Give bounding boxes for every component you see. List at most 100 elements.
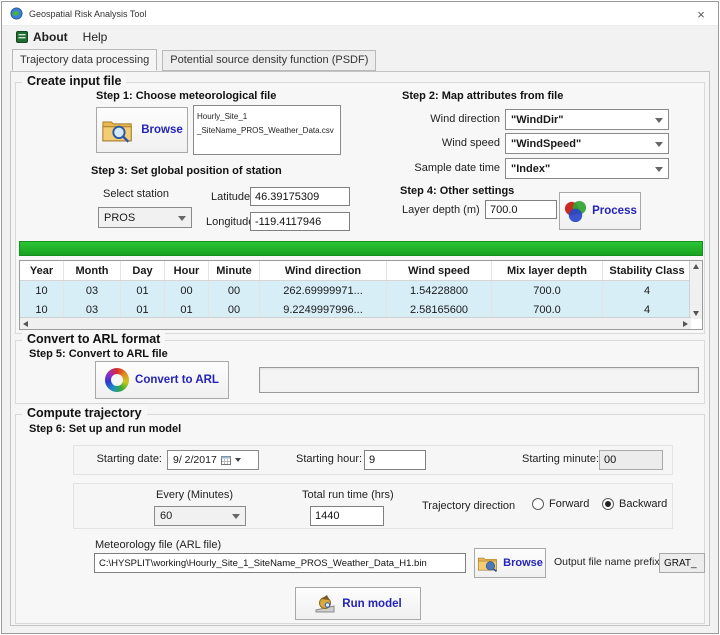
wind-direction-select[interactable]: "WindDir" bbox=[505, 109, 669, 130]
starting-date-label: Starting date: bbox=[92, 453, 162, 465]
table-cell: 4 bbox=[603, 281, 691, 300]
browse-arl-button-label: Browse bbox=[503, 557, 543, 569]
chevron-down-icon bbox=[655, 118, 663, 123]
sample-datetime-label: Sample date time bbox=[400, 162, 500, 174]
wind-speed-select[interactable]: "WindSpeed" bbox=[505, 133, 669, 154]
table-cell: 00 bbox=[209, 281, 260, 300]
starting-minute-input[interactable] bbox=[599, 450, 663, 470]
scroll-up-icon[interactable] bbox=[693, 264, 699, 269]
sample-datetime-select[interactable]: "Index" bbox=[505, 158, 669, 179]
close-button[interactable]: × bbox=[684, 2, 718, 26]
weather-data-table: Year Month Day Hour Minute Wind directio… bbox=[19, 260, 703, 330]
menu-about[interactable]: About bbox=[12, 28, 77, 47]
compute-trajectory-group: Compute trajectory Step 6: Set up and ru… bbox=[15, 414, 705, 624]
radio-unchecked-icon bbox=[532, 498, 544, 510]
output-prefix-input[interactable] bbox=[659, 553, 705, 573]
horizontal-scrollbar[interactable] bbox=[20, 317, 691, 329]
col-header-wind-speed[interactable]: Wind speed bbox=[387, 261, 492, 280]
run-model-button-label: Run model bbox=[342, 598, 401, 610]
sample-datetime-value: "Index" bbox=[511, 163, 550, 175]
step2-title: Step 2: Map attributes from file bbox=[402, 90, 563, 102]
every-minutes-value: 60 bbox=[160, 510, 172, 522]
radio-checked-icon bbox=[602, 498, 614, 510]
calendar-icon bbox=[221, 455, 231, 465]
process-progress-bar bbox=[19, 241, 703, 256]
run-model-button[interactable]: Run model bbox=[295, 587, 421, 620]
starting-date-picker[interactable]: 9/ 2/2017 bbox=[167, 450, 259, 470]
select-station-label: Select station bbox=[103, 188, 169, 200]
starting-date-value: 9/ 2/2017 bbox=[173, 454, 217, 466]
col-header-hour[interactable]: Hour bbox=[165, 261, 209, 280]
process-button-label: Process bbox=[592, 205, 637, 217]
met-file-display: Hourly_Site_1 _SiteName_PROS_Weather_Dat… bbox=[193, 105, 341, 155]
met-arl-file-input[interactable] bbox=[94, 553, 466, 573]
chevron-down-icon bbox=[178, 216, 186, 221]
table-cell: 01 bbox=[121, 281, 165, 300]
start-datetime-row: Starting date: 9/ 2/2017 Starting hour: … bbox=[73, 445, 673, 475]
window-title: Geospatial Risk Analysis Tool bbox=[29, 9, 146, 19]
latitude-input[interactable] bbox=[250, 187, 350, 206]
rgb-circles-icon bbox=[563, 200, 588, 223]
col-header-minute[interactable]: Minute bbox=[209, 261, 260, 280]
col-header-year[interactable]: Year bbox=[20, 261, 64, 280]
table-row[interactable]: 10 03 01 00 00 262.69999971... 1.5422880… bbox=[20, 281, 691, 300]
col-header-wind-direction[interactable]: Wind direction bbox=[260, 261, 387, 280]
longitude-input[interactable] bbox=[250, 212, 350, 231]
chevron-down-icon bbox=[655, 142, 663, 147]
run-model-icon bbox=[314, 594, 336, 614]
folder-magnifier-icon bbox=[101, 117, 135, 144]
step4-title: Step 4: Other settings bbox=[400, 185, 514, 197]
col-header-stability-class[interactable]: Stability Class bbox=[603, 261, 691, 280]
step6-title: Step 6: Set up and run model bbox=[29, 423, 181, 435]
process-button[interactable]: Process bbox=[559, 192, 641, 230]
col-header-day[interactable]: Day bbox=[121, 261, 165, 280]
chevron-down-icon bbox=[232, 514, 240, 519]
step5-title: Step 5: Convert to ARL file bbox=[29, 348, 168, 360]
layer-depth-label: Layer depth (m) bbox=[402, 204, 480, 216]
total-run-time-input[interactable] bbox=[310, 506, 384, 526]
total-run-time-label: Total run time (hrs) bbox=[302, 489, 394, 501]
wind-direction-value: "WindDir" bbox=[511, 114, 564, 126]
about-menu-icon bbox=[16, 31, 28, 43]
convert-progress-bar bbox=[259, 367, 699, 393]
col-header-mix-layer-depth[interactable]: Mix layer depth bbox=[492, 261, 603, 280]
chevron-down-icon bbox=[235, 458, 241, 462]
scroll-right-icon[interactable] bbox=[683, 321, 688, 327]
output-prefix-label: Output file name prefix bbox=[554, 556, 660, 568]
trajectory-direction-label: Trajectory direction bbox=[422, 500, 515, 512]
browse-met-file-button[interactable]: Browse bbox=[96, 107, 188, 153]
every-minutes-label: Every (Minutes) bbox=[156, 489, 233, 501]
app-window: Geospatial Risk Analysis Tool × About He… bbox=[1, 1, 719, 634]
col-header-month[interactable]: Month bbox=[64, 261, 121, 280]
convert-arl-title: Convert to ARL format bbox=[22, 332, 165, 346]
latitude-label: Latitude bbox=[211, 191, 250, 203]
longitude-label: Longitude bbox=[206, 216, 254, 228]
starting-minute-label: Starting minute: bbox=[522, 453, 599, 465]
every-minutes-select[interactable]: 60 bbox=[154, 506, 246, 526]
forward-radio[interactable]: Forward bbox=[532, 498, 589, 510]
starting-hour-label: Starting hour: bbox=[296, 453, 362, 465]
tab-psdf[interactable]: Potential source density function (PSDF) bbox=[162, 50, 376, 71]
backward-radio[interactable]: Backward bbox=[602, 498, 667, 510]
starting-hour-input[interactable] bbox=[364, 450, 426, 470]
tab-trajectory-data-processing[interactable]: Trajectory data processing bbox=[12, 49, 157, 71]
browse-arl-button[interactable]: Browse bbox=[474, 548, 546, 578]
forward-radio-label: Forward bbox=[549, 498, 589, 510]
title-bar: Geospatial Risk Analysis Tool × bbox=[2, 2, 718, 26]
scroll-down-icon[interactable] bbox=[693, 311, 699, 316]
scroll-left-icon[interactable] bbox=[23, 321, 28, 327]
station-select[interactable]: PROS bbox=[98, 207, 192, 228]
menu-bar: About Help bbox=[2, 26, 718, 49]
vertical-scrollbar[interactable] bbox=[689, 261, 702, 319]
menu-help[interactable]: Help bbox=[79, 28, 117, 47]
met-file-line1: Hourly_Site_1 bbox=[197, 110, 337, 124]
convert-to-arl-button[interactable]: Convert to ARL bbox=[95, 361, 229, 399]
convert-button-label: Convert to ARL bbox=[135, 374, 219, 386]
table-cell: 00 bbox=[165, 281, 209, 300]
table-cell: 262.69999971... bbox=[260, 281, 387, 300]
chevron-down-icon bbox=[655, 167, 663, 172]
backward-radio-label: Backward bbox=[619, 498, 667, 510]
station-value: PROS bbox=[104, 212, 135, 224]
compute-trajectory-title: Compute trajectory bbox=[22, 406, 147, 420]
layer-depth-input[interactable] bbox=[485, 200, 557, 219]
